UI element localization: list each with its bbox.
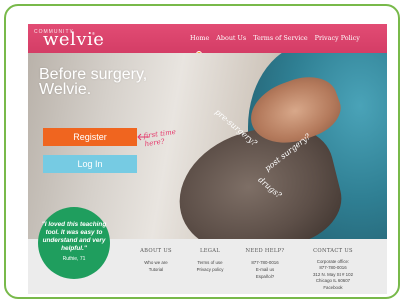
footer-contact-office-phone[interactable]: 877-780-0016 (300, 265, 366, 271)
footer-contact-column: CONTACT US Corporate office: 877-780-001… (300, 248, 366, 291)
footer-help-email[interactable]: E-mail us (240, 266, 290, 273)
logo-wordmark: welvie (43, 29, 105, 50)
testimonial-quote: "I loved this teaching tool. It was easy… (41, 221, 107, 252)
first-time-note: first time here? (143, 128, 177, 148)
footer-help-column: NEED HELP? 877-780-0016 E-mail us Españo… (240, 248, 290, 280)
logo-trademark: ® (92, 31, 95, 36)
footer-help-phone[interactable]: 877-780-0016 (240, 259, 290, 266)
footer-contact-address-city: Chicago IL 60607 (315, 277, 351, 283)
footer-help-heading: NEED HELP? (245, 248, 285, 254)
footer-legal-column: LEGAL Terms of use Privacy policy (186, 248, 234, 273)
nav-about-us[interactable]: About Us (216, 34, 246, 42)
welvie-homepage: COMMUNITY welvie ® Home About Us Terms o… (28, 24, 387, 294)
testimonial-author: Ruthie, 71 (62, 256, 86, 262)
footer-link-facebook[interactable]: Facebook (300, 285, 366, 291)
footer-contact-heading: CONTACT US (313, 248, 353, 254)
hero-headline-line2: Welvie. (39, 81, 92, 98)
footer-link-tutorial[interactable]: Tutorial (132, 266, 180, 273)
nav-privacy-policy[interactable]: Privacy Policy (315, 34, 360, 42)
main-nav: Home About Us Terms of Service Privacy P… (190, 34, 360, 42)
hero-headline-line1: Before surgery, (39, 66, 148, 83)
footer-about-column: ABOUT US Who we are Tutorial (132, 248, 180, 273)
nav-home[interactable]: Home (190, 34, 209, 42)
header-bar: COMMUNITY welvie ® Home About Us Terms o… (28, 24, 387, 57)
hero-headline: Before surgery, Welvie. (39, 66, 148, 98)
footer-link-privacy-policy[interactable]: Privacy policy (186, 266, 234, 273)
footer-link-who-we-are[interactable]: Who we are (132, 259, 180, 266)
login-button[interactable]: Log In (43, 155, 137, 173)
footer-legal-heading: LEGAL (199, 248, 221, 254)
footer-link-terms-of-use[interactable]: Terms of use (186, 259, 234, 266)
nav-terms-of-service[interactable]: Terms of Service (253, 34, 307, 42)
footer-about-heading: ABOUT US (140, 248, 172, 254)
register-button[interactable]: Register (43, 128, 137, 146)
testimonial-badge: "I loved this teaching tool. It was easy… (38, 207, 110, 279)
footer-help-espanol[interactable]: Español? (240, 273, 290, 280)
screenshot-frame: COMMUNITY welvie ® Home About Us Terms o… (4, 4, 400, 299)
